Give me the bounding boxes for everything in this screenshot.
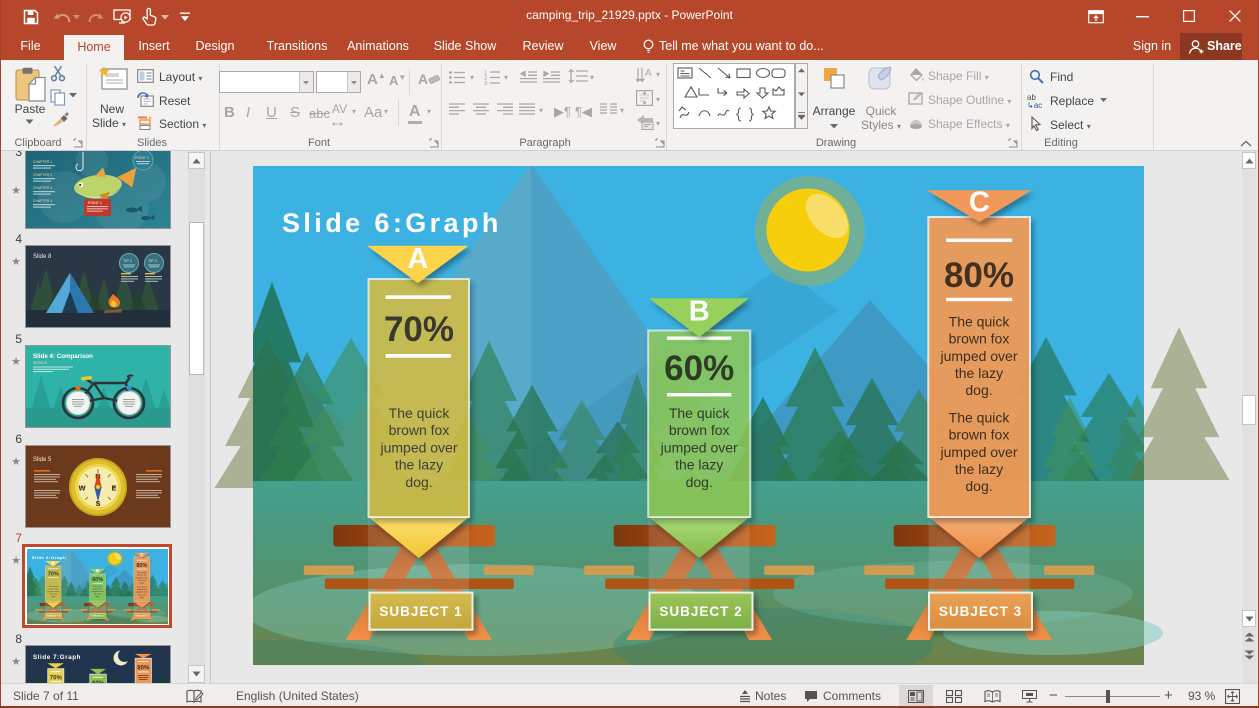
svg-text:A: A (645, 68, 652, 79)
svg-text:CHAPTER 1: CHAPTER 1 (33, 160, 52, 164)
svg-text:E: E (111, 484, 116, 493)
svg-text:CHAPTER 2: CHAPTER 2 (33, 173, 52, 177)
svg-text:VERSUS: VERSUS (33, 361, 48, 365)
svg-text:Slide 7:Graph: Slide 7:Graph (33, 654, 81, 661)
svg-text:POINT 1: POINT 1 (88, 201, 102, 205)
svg-text:70%: 70% (50, 675, 63, 681)
svg-text:CHAPTER 3: CHAPTER 3 (33, 186, 52, 190)
svg-text:Slide 4: Comparison: Slide 4: Comparison (33, 353, 93, 360)
svg-text:↳ac: ↳ac (1027, 101, 1042, 108)
svg-text:3: 3 (484, 82, 488, 86)
svg-text:POINT 2: POINT 2 (135, 156, 149, 160)
svg-text:W: W (78, 484, 86, 493)
svg-text:CHAPTER 4: CHAPTER 4 (33, 199, 52, 203)
svg-text:Slide 5: Slide 5 (33, 457, 52, 463)
svg-text:80%: 80% (137, 666, 150, 672)
svg-text:Slide 8: Slide 8 (33, 254, 52, 260)
svg-text:TIP 1: TIP 1 (123, 259, 132, 263)
svg-text:TIP 2: TIP 2 (148, 259, 157, 263)
